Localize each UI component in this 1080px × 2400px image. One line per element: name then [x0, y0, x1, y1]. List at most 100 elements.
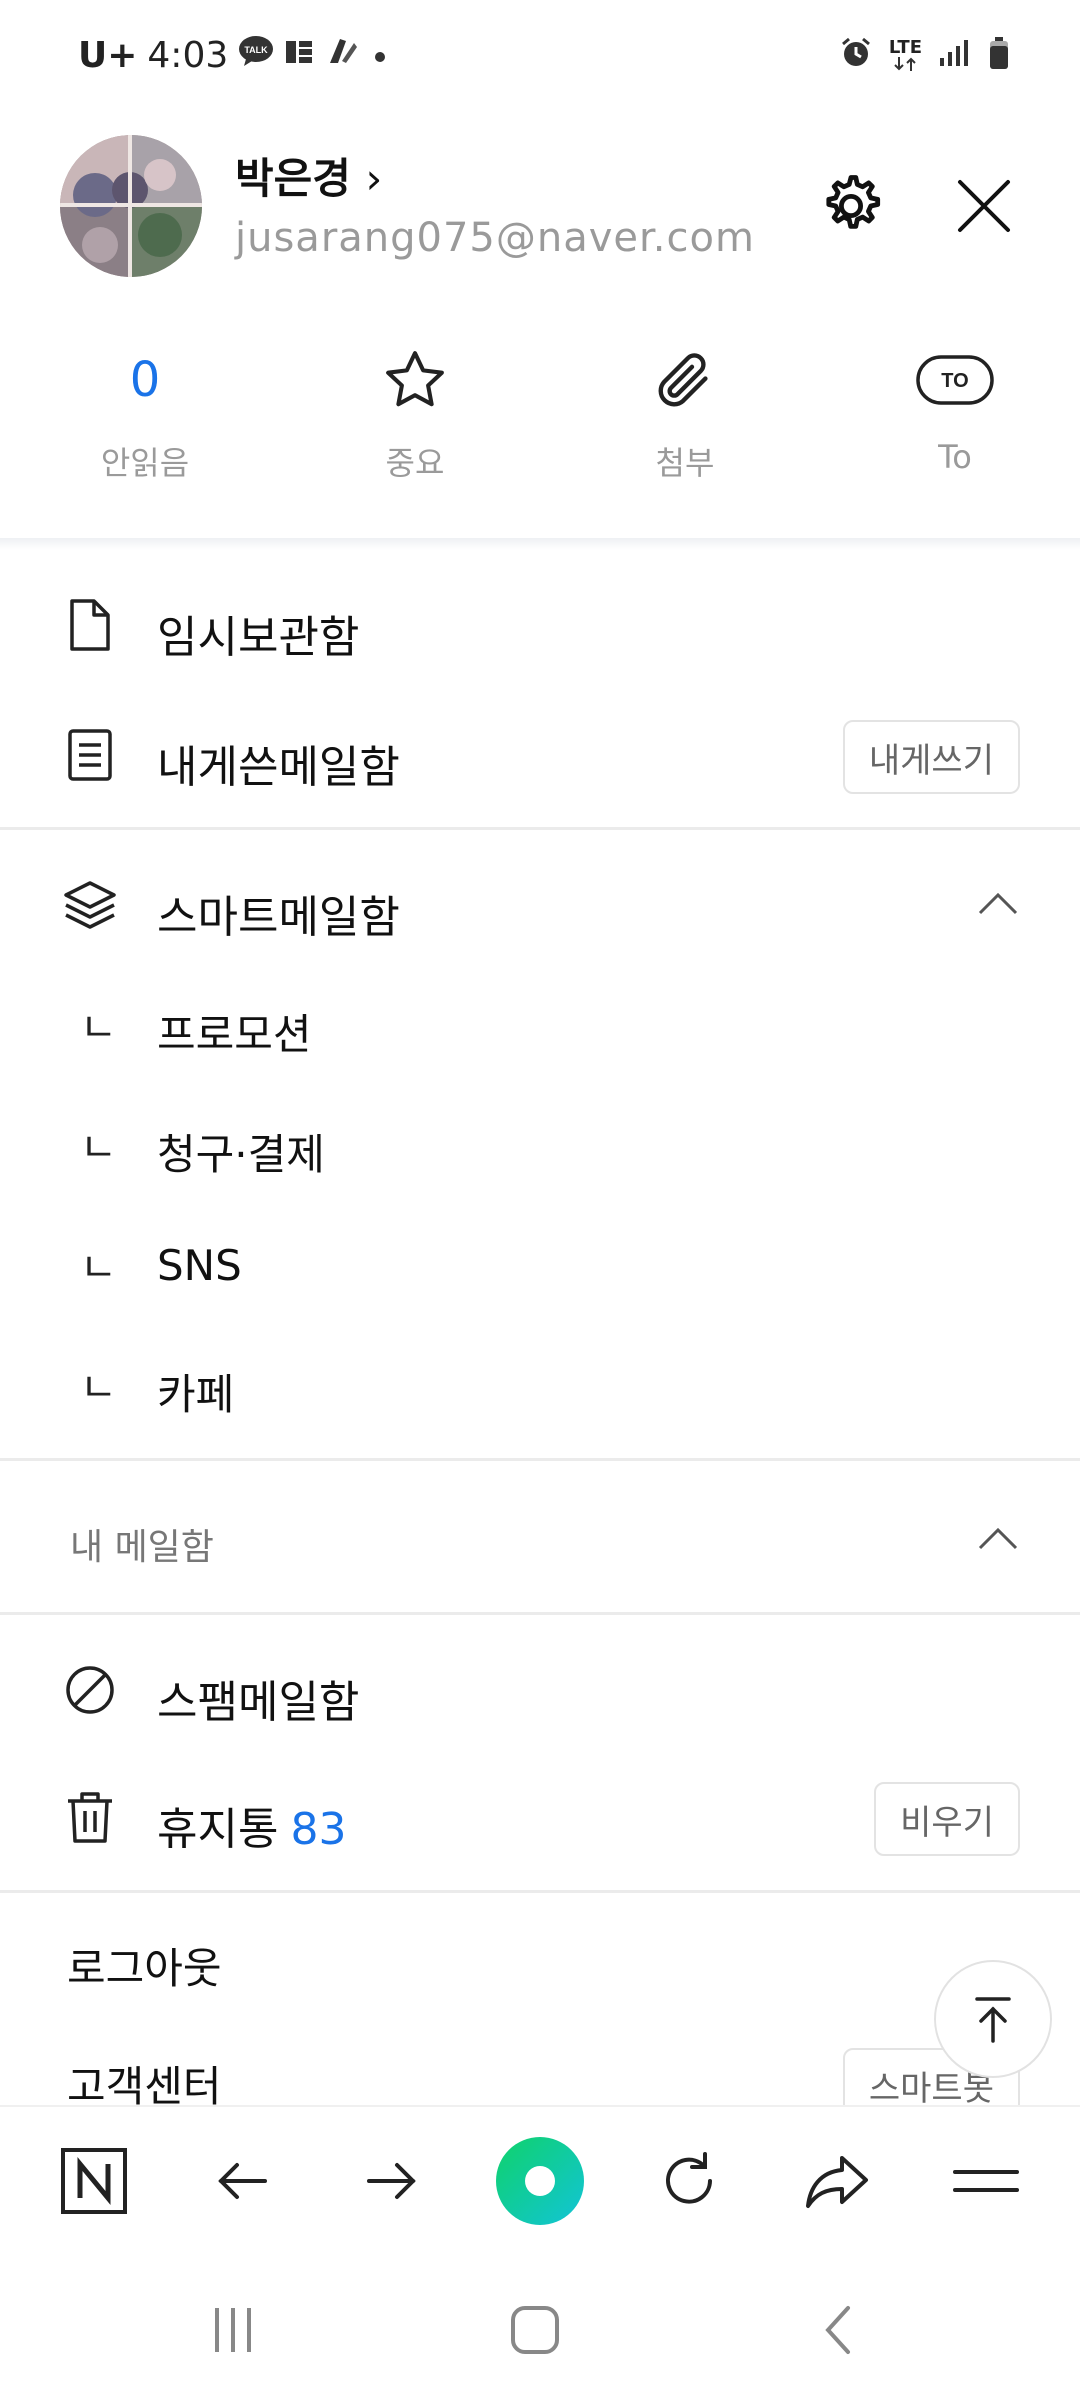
smart-item-promotion[interactable]: ㄴ 프로모션: [0, 965, 1080, 1085]
quick-important[interactable]: 중요: [270, 340, 540, 500]
sub-item-mark: ㄴ: [80, 1245, 117, 1291]
logout-link[interactable]: 로그아웃: [67, 1935, 222, 1996]
battery-icon: [988, 36, 1010, 75]
quick-filter-row: 0 안읽음 중요 첨부 TO To: [0, 340, 1080, 500]
user-name: 박은경: [235, 154, 351, 203]
lte-label: LTE: [888, 37, 922, 58]
news-icon: [284, 35, 314, 76]
clock: 4:03: [147, 34, 229, 76]
smart-mailbox-header[interactable]: 스마트메일함: [0, 845, 1080, 965]
arrow-left-icon: [218, 2163, 267, 2199]
back-button[interactable]: [198, 2136, 288, 2226]
recent-apps-button[interactable]: [193, 2295, 273, 2365]
smart-item-label: 카페: [157, 1370, 235, 1419]
trash-label: 휴지통: [157, 1804, 279, 1855]
gear-icon: [826, 175, 881, 229]
smart-item-sns[interactable]: ㄴ SNS: [0, 1205, 1080, 1325]
smart-item-cafe[interactable]: ㄴ 카페: [0, 1325, 1080, 1445]
my-mailbox-title: 내 메일함: [70, 1527, 214, 1568]
folder-trash-label: 휴지통 83: [157, 1793, 346, 1857]
quick-attachment[interactable]: 첨부: [540, 340, 810, 500]
divider: [0, 827, 1080, 830]
document-icon: [70, 599, 110, 651]
sub-item-mark: ㄴ: [80, 1365, 117, 1411]
to-icon: TO: [916, 355, 994, 405]
quick-unread[interactable]: 0 안읽음: [0, 340, 270, 500]
status-bar: U+ 4:03 TALK LTE: [0, 0, 1080, 110]
naver-n-icon: [61, 2148, 128, 2214]
refresh-icon: [665, 2152, 712, 2204]
status-right: LTE: [839, 30, 1010, 80]
system-nav-bar: [0, 2255, 1080, 2400]
forward-button[interactable]: [346, 2136, 436, 2226]
layers-icon: [64, 881, 116, 929]
close-button[interactable]: [948, 170, 1020, 242]
lte-icon: LTE: [889, 39, 922, 71]
folder-sent-to-me-label: 내게쓴메일함: [157, 742, 400, 793]
refresh-button[interactable]: [644, 2136, 734, 2226]
settings-button[interactable]: [815, 170, 887, 242]
naver-home-button[interactable]: [49, 2136, 139, 2226]
home-square-icon: [511, 2306, 559, 2354]
svg-text:TALK: TALK: [245, 45, 269, 55]
close-icon: [958, 180, 1010, 232]
paperclip-icon: [658, 353, 708, 407]
user-email: jusarang075@naver.com: [235, 215, 755, 261]
folder-spam[interactable]: 스팸메일함: [0, 1630, 1080, 1750]
arrow-up-icon: [975, 1997, 1011, 2043]
signal-icon: [938, 38, 972, 73]
share-arrow-icon: [806, 2156, 869, 2208]
status-left: U+ 4:03 TALK: [78, 30, 390, 80]
chevron-up-icon[interactable]: [976, 1518, 1020, 1562]
sub-item-mark: ㄴ: [80, 1125, 117, 1171]
share-button[interactable]: [792, 2136, 882, 2226]
talk-icon: TALK: [238, 35, 274, 76]
unread-count: 0: [129, 352, 161, 408]
smart-item-label: 프로모션: [157, 1010, 312, 1059]
divider: [0, 1612, 1080, 1615]
smart-item-billing[interactable]: ㄴ 청구·결제: [0, 1085, 1080, 1205]
browser-toolbar: [0, 2105, 1080, 2255]
chevron-left-icon: [825, 2306, 850, 2354]
alarm-icon: [839, 36, 873, 75]
system-back-button[interactable]: [800, 2295, 880, 2365]
quick-unread-label: 안읽음: [100, 444, 190, 482]
arrow-right-icon: [367, 2163, 417, 2199]
to-badge-text: TO: [941, 370, 968, 392]
sub-item-mark: ㄴ: [80, 1005, 117, 1051]
app-icon: [324, 33, 360, 78]
recent-apps-icon: [215, 2308, 251, 2352]
folder-spam-label: 스팸메일함: [157, 1677, 360, 1728]
chevron-right-icon: ›: [365, 154, 383, 203]
folder-drafts-label: 임시보관함: [157, 612, 360, 663]
quick-to-label: To: [938, 438, 972, 476]
green-dot-button[interactable]: [495, 2136, 585, 2226]
green-dot-icon: [495, 2137, 584, 2225]
trash-count: 83: [290, 1804, 347, 1855]
block-icon: [66, 1666, 114, 1714]
folder-drafts[interactable]: 임시보관함: [0, 565, 1080, 685]
trash-icon: [68, 1792, 112, 1843]
carrier-label: U+: [78, 34, 138, 76]
home-button[interactable]: [495, 2295, 575, 2365]
list-document-icon: [68, 729, 112, 781]
scroll-top-button[interactable]: [934, 1960, 1052, 2078]
star-icon: [386, 351, 444, 407]
smart-item-label: SNS: [157, 1241, 242, 1290]
section-shadow: [0, 538, 1080, 550]
folder-sent-to-me[interactable]: 내게쓴메일함 내게쓰기: [0, 695, 1080, 815]
folder-trash[interactable]: 휴지통 83 비우기: [0, 1757, 1080, 1877]
menu-button[interactable]: [941, 2136, 1031, 2226]
my-mailbox-header[interactable]: 내 메일함: [0, 1470, 1080, 1610]
smart-item-label: 청구·결제: [157, 1130, 325, 1179]
user-name-link[interactable]: 박은경 ›: [235, 145, 382, 206]
empty-trash-button[interactable]: 비우기: [874, 1782, 1020, 1856]
quick-important-label: 중요: [385, 444, 445, 482]
write-to-me-button[interactable]: 내게쓰기: [842, 720, 1020, 794]
divider: [0, 1890, 1080, 1893]
quick-to-me[interactable]: TO To: [810, 340, 1080, 500]
chevron-up-icon[interactable]: [976, 883, 1020, 927]
smart-mailbox-title: 스마트메일함: [157, 892, 400, 943]
dot-icon: [370, 35, 390, 76]
avatar[interactable]: [60, 135, 202, 277]
